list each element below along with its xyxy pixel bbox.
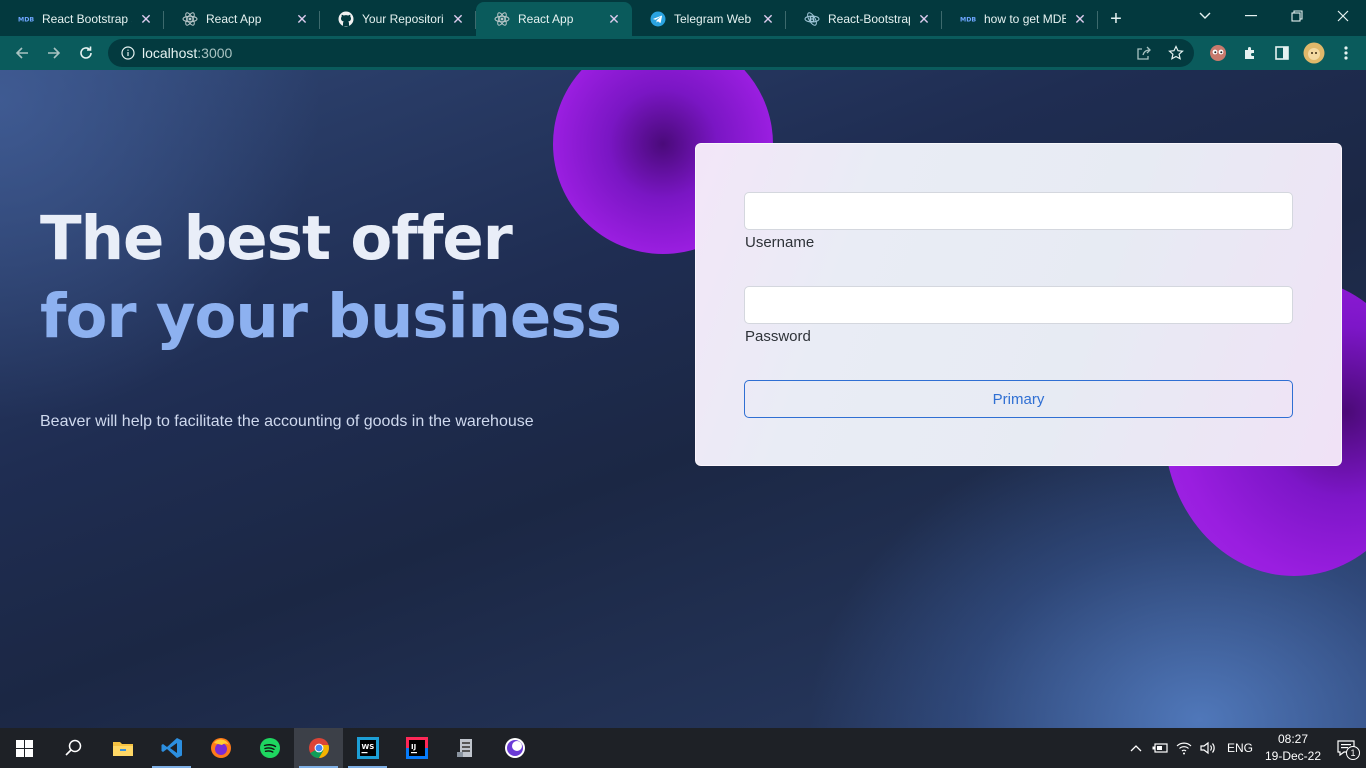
search-icon[interactable] <box>49 728 98 768</box>
tab-title: how to get MDB <box>984 12 1066 26</box>
language-indicator[interactable]: ENG <box>1220 728 1260 768</box>
window-controls <box>1228 0 1366 32</box>
headline-line-2: for your business <box>40 281 622 352</box>
tab-telegram-web[interactable]: Telegram Web ✕ <box>632 2 786 36</box>
close-icon[interactable]: ✕ <box>1072 11 1088 27</box>
info-icon[interactable] <box>114 46 142 60</box>
forward-icon[interactable] <box>38 37 70 69</box>
taskbar: WS IJ ENG 08:27 19-Dec-22 1 <box>0 728 1366 768</box>
login-card: Username Password Primary <box>695 143 1342 466</box>
svg-text:WS: WS <box>361 743 374 751</box>
tab-title: React App <box>518 12 574 26</box>
wifi-icon[interactable] <box>1172 728 1196 768</box>
app-circle-icon[interactable] <box>490 728 539 768</box>
start-icon[interactable] <box>0 728 49 768</box>
chevron-up-icon[interactable] <box>1124 728 1148 768</box>
svg-text:MDB: MDB <box>18 17 34 24</box>
close-icon[interactable]: ✕ <box>138 11 154 27</box>
react-icon <box>494 11 510 27</box>
restore-icon[interactable] <box>1274 0 1320 32</box>
intellij-icon[interactable]: IJ <box>392 728 441 768</box>
url-host: localhost <box>142 45 198 61</box>
battery-icon[interactable] <box>1148 728 1172 768</box>
svg-text:B: B <box>809 15 815 24</box>
bookmark-star-icon[interactable] <box>1164 42 1188 64</box>
url-port: :3000 <box>197 45 233 61</box>
react-icon <box>182 11 198 27</box>
kebab-menu-icon[interactable] <box>1330 37 1362 69</box>
tab-react-app-active[interactable]: React App ✕ <box>476 2 632 36</box>
tab-react-app[interactable]: React App ✕ <box>164 2 320 36</box>
spotify-icon[interactable] <box>245 728 294 768</box>
close-window-icon[interactable] <box>1320 0 1366 32</box>
headline-line-1: The best offer <box>40 203 513 274</box>
browser-toolbar: localhost:3000 <box>0 36 1366 70</box>
new-tab-button[interactable]: + <box>1098 2 1134 36</box>
tab-title: Your Repositories <box>362 12 444 26</box>
tab-how-to-get-mdb[interactable]: MDB how to get MDB ✕ <box>942 2 1098 36</box>
tab-your-repositories[interactable]: Your Repositories ✕ <box>320 2 476 36</box>
page-content: The best offer for your business Beaver … <box>0 70 1366 728</box>
username-label: Username <box>745 234 815 251</box>
close-icon[interactable]: ✕ <box>916 11 932 27</box>
minimize-icon[interactable] <box>1228 0 1274 32</box>
tab-title: React-Bootstrap <box>828 12 910 26</box>
tab-title: React Bootstrap 5 <box>42 12 132 26</box>
github-icon <box>338 11 354 27</box>
telegram-icon <box>650 11 666 27</box>
side-panel-icon[interactable] <box>1266 37 1298 69</box>
notification-badge: 1 <box>1346 746 1360 760</box>
clock-time: 08:27 <box>1277 732 1309 746</box>
vscode-icon[interactable] <box>147 728 196 768</box>
firefox-icon[interactable] <box>196 728 245 768</box>
password-input[interactable] <box>744 286 1293 324</box>
file-explorer-icon[interactable] <box>98 728 147 768</box>
toolbar-extensions <box>1202 36 1362 70</box>
webstorm-icon[interactable]: WS <box>343 728 392 768</box>
notification-center-icon[interactable]: 1 <box>1326 728 1366 768</box>
react-bootstrap-icon: B <box>804 11 820 27</box>
username-input[interactable] <box>744 192 1293 230</box>
svg-text:MDB: MDB <box>960 17 976 24</box>
back-icon[interactable] <box>6 37 38 69</box>
svg-text:IJ: IJ <box>411 743 416 751</box>
tab-react-bootstrap[interactable]: B React-Bootstrap ✕ <box>786 2 942 36</box>
mdb-icon: MDB <box>18 11 34 27</box>
close-icon[interactable]: ✕ <box>450 11 466 27</box>
share-icon[interactable] <box>1132 42 1156 64</box>
clock-date: 19-Dec-22 <box>1264 749 1322 763</box>
volume-icon[interactable] <box>1196 728 1220 768</box>
tab-strip: MDB React Bootstrap 5 ✕ React App ✕ Your… <box>0 0 1366 36</box>
mdb-icon: MDB <box>960 11 976 27</box>
password-label: Password <box>745 328 811 345</box>
primary-submit-button[interactable]: Primary <box>744 380 1293 418</box>
close-icon[interactable]: ✕ <box>294 11 310 27</box>
server-icon[interactable] <box>441 728 490 768</box>
tab-react-bootstrap-5[interactable]: MDB React Bootstrap 5 ✕ <box>0 2 164 36</box>
extensions-puzzle-icon[interactable] <box>1234 37 1266 69</box>
extension-eyes-icon[interactable] <box>1202 37 1234 69</box>
chrome-icon[interactable] <box>294 728 343 768</box>
reload-icon[interactable] <box>70 37 102 69</box>
profile-avatar-icon[interactable] <box>1298 37 1330 69</box>
tab-title: React App <box>206 12 262 26</box>
tagline: Beaver will help to facilitate the accou… <box>40 413 534 430</box>
url-text: localhost:3000 <box>142 45 232 61</box>
system-tray: ENG 08:27 19-Dec-22 1 <box>1124 728 1366 768</box>
close-icon[interactable]: ✕ <box>760 11 776 27</box>
chevron-down-icon[interactable] <box>1193 4 1217 28</box>
address-bar[interactable]: localhost:3000 <box>108 39 1194 67</box>
clock[interactable]: 08:27 19-Dec-22 <box>1260 731 1326 765</box>
tab-title: Telegram Web <box>674 12 752 26</box>
close-icon[interactable]: ✕ <box>606 11 622 27</box>
